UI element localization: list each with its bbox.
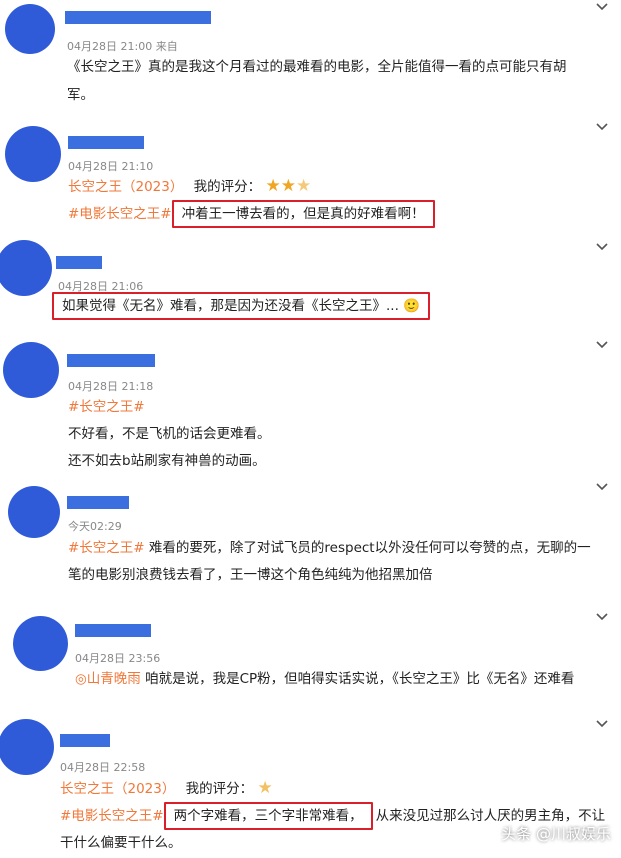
body-text: 难看的要死，除了对试飞员的respect以外没任何可以夸赞的点，无聊的一 [148,540,591,556]
smile-emoji-icon: 🙂 [403,298,420,314]
movie-link[interactable]: 长空之王（2023） [68,179,183,195]
username-redacted[interactable] [67,496,129,509]
timestamp: 04月28日 21:10 [68,160,154,173]
body-text: 从来没见过那么讨人厌的男主角，不让 [375,808,606,824]
chevron-down-icon[interactable] [595,120,609,134]
comment-5: 今天02:29 #长空之王# 难看的要死，除了对试飞员的respect以外没任何… [0,478,621,608]
timestamp: 04月28日 22:58 [60,761,146,774]
avatar[interactable] [0,240,52,296]
username-redacted[interactable] [75,624,151,637]
chevron-down-icon[interactable] [595,240,609,254]
watermark: 头条 @川叔娱乐 [501,825,611,843]
comment-2: 04月28日 21:10 长空之王（2023） 我的评分： ★★★ #电影长空之… [0,118,621,238]
chevron-down-icon[interactable] [595,338,609,352]
avatar[interactable] [3,342,59,398]
rating-label: 我的评分： [185,781,254,797]
hashtag[interactable]: #长空之王# [68,540,145,556]
chevron-down-icon[interactable] [595,480,609,494]
user-tag[interactable]: ◎山青晚雨 [75,671,141,687]
comment-body: 笔的电影别浪费钱去看了，王一博这个角色纯纯为他招黑加倍 [68,567,433,583]
movie-rating-row: 长空之王（2023） 我的评分： ★★★ [68,177,311,196]
half-star-icon: ★ [295,176,312,196]
chevron-down-icon[interactable] [595,0,609,14]
star-icon: ★ [265,176,281,196]
hashtag-text[interactable]: #长空之王# [68,399,145,415]
avatar[interactable] [5,4,55,54]
comment-4: 04月28日 21:18 #长空之王# 不好看，不是飞机的话会更难看。 还不如去… [0,336,621,476]
comment-body: #长空之王# 难看的要死，除了对试飞员的respect以外没任何可以夸赞的点，无… [68,539,591,557]
username-redacted[interactable] [56,256,102,269]
comment-3: 04月28日 21:06 如果觉得《无名》难看，那是因为还没看《长空之王》...… [0,238,621,333]
avatar[interactable] [13,616,68,671]
comment-body: #电影长空之王# 冲着王一博去看的，但是真的好难看啊！ [68,200,435,228]
comment-body: 《长空之王》真的是我这个月看过的最难看的电影，全片能值得一看的点可能只有胡 [67,59,567,75]
comment-body: 如果觉得《无名》难看，那是因为还没看《长空之王》... 🙂 [52,292,430,320]
highlight-content: 如果觉得《无名》难看，那是因为还没看《长空之王》... [62,298,399,314]
comment-body: 军。 [67,87,94,103]
movie-link[interactable]: 长空之王（2023） [60,781,175,797]
timestamp: 04月28日 21:18 [68,380,154,393]
chevron-down-icon[interactable] [595,610,609,624]
comment-6: 04月28日 23:56 ◎山青晚雨 咱就是说，我是CP粉，但咱得实话实说，《长… [0,608,621,713]
comment-body: 还不如去b站刷家有神兽的动画。 [68,453,266,469]
timestamp: 04月28日 21:00 来自 [67,38,178,54]
half-star-icon: ★ [257,778,273,798]
username-redacted[interactable] [60,734,110,747]
highlighted-text: 冲着王一博去看的，但是真的好难看啊！ [171,200,435,228]
highlighted-text: 两个字难看，三个字非常难看， [163,802,373,830]
comment-1: 04月28日 21:00 来自 《长空之王》真的是我这个月看过的最难看的电影，全… [0,0,621,110]
chevron-down-icon[interactable] [595,717,609,731]
username-redacted[interactable] [68,136,144,149]
time-text: 04月28日 21:00 [67,40,153,53]
hashtag[interactable]: #电影长空之王# [60,808,164,824]
highlighted-text: 如果觉得《无名》难看，那是因为还没看《长空之王》... 🙂 [52,292,430,320]
avatar[interactable] [5,126,61,182]
hashtag[interactable]: #电影长空之王# [68,206,172,222]
comment-body: 干什么偏要干什么。 [60,835,182,851]
movie-rating-row: 长空之王（2023） 我的评分： ★ [60,779,273,798]
avatar[interactable] [8,486,60,538]
comment-body: 不好看，不是飞机的话会更难看。 [68,426,271,442]
hashtag[interactable]: #长空之王# [68,398,145,416]
username-redacted[interactable] [67,354,155,367]
source-text: 来自 [155,40,178,53]
timestamp: 04月28日 23:56 [75,652,161,665]
rating-label: 我的评分： [193,179,262,195]
timestamp: 今天02:29 [68,520,122,533]
star-icon: ★ [280,176,296,196]
avatar[interactable] [0,719,54,775]
body-text: 咱就是说，我是CP粉，但咱得实话实说，《长空之王》比《无名》还难看 [145,671,575,687]
username-redacted[interactable] [65,11,211,24]
comment-body: ◎山青晚雨 咱就是说，我是CP粉，但咱得实话实说，《长空之王》比《无名》还难看 [75,670,574,688]
